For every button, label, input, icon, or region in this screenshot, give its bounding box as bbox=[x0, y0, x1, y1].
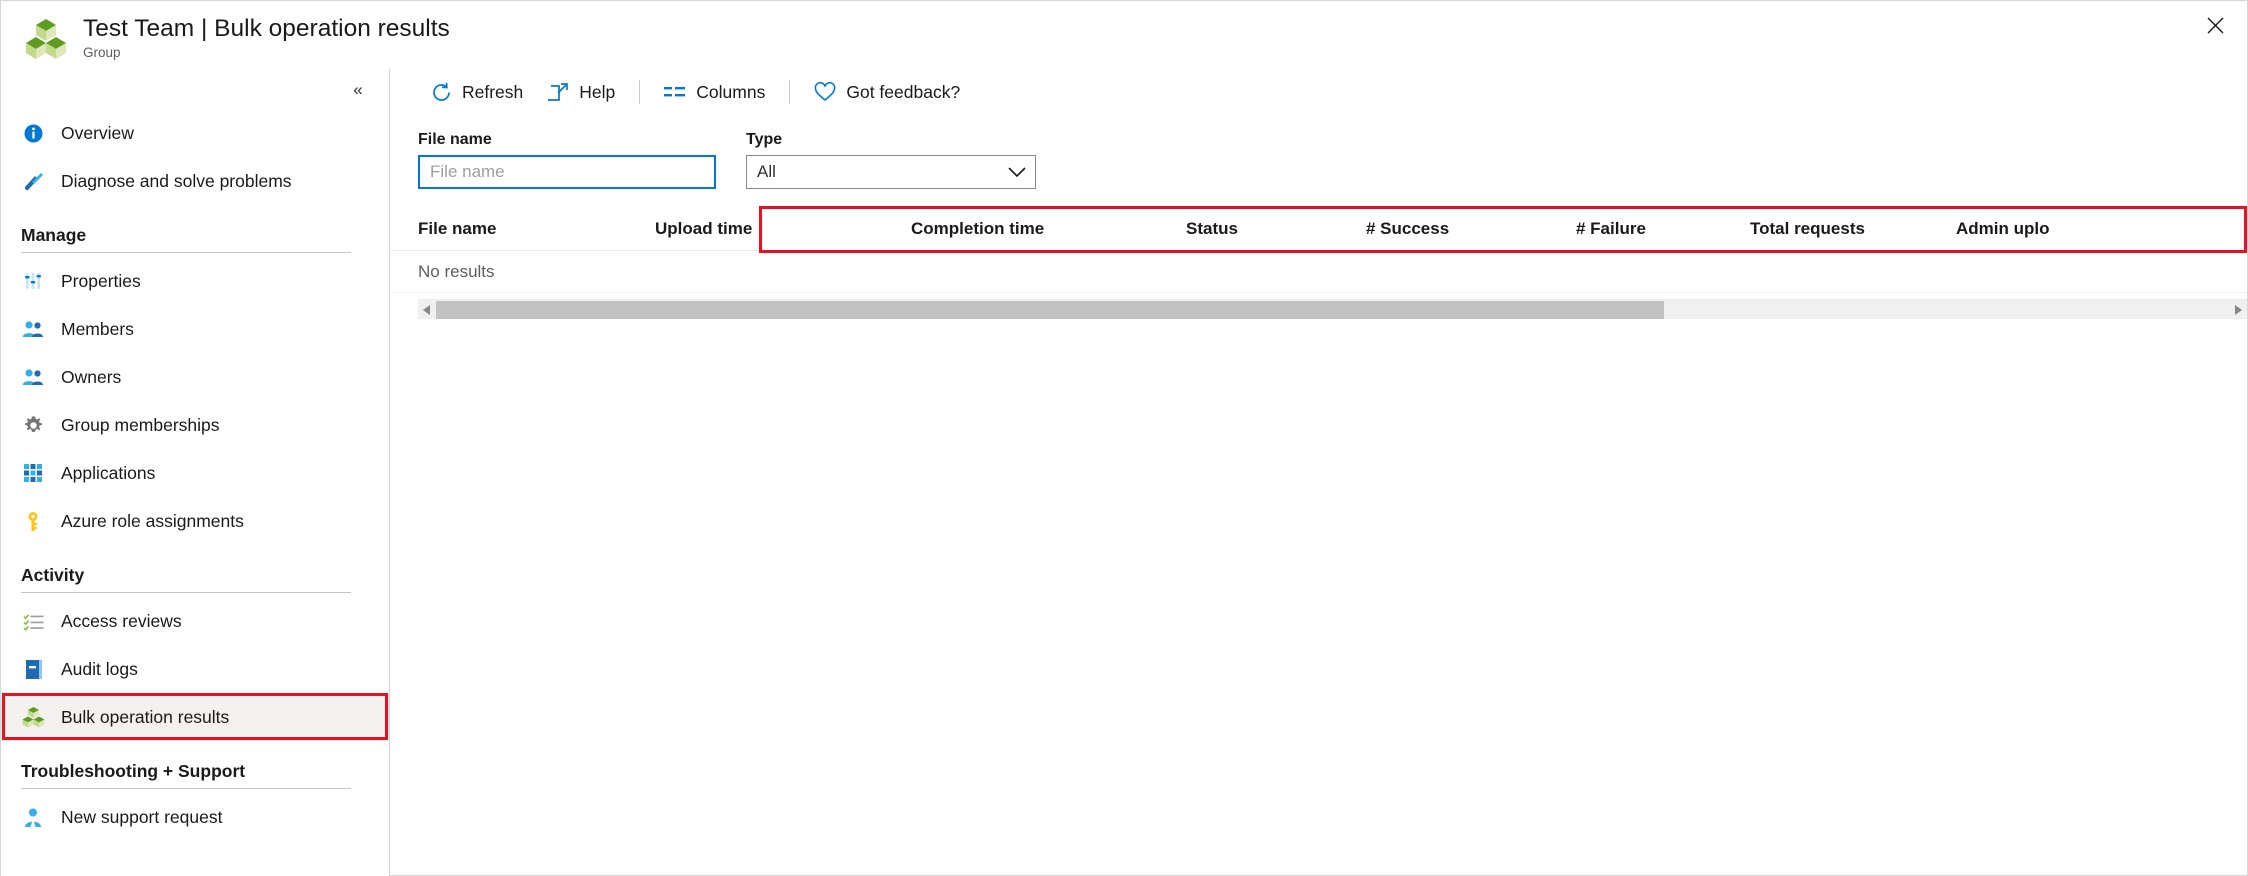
bulk-operation-results-blade: Test Team | Bulk operation results Group… bbox=[0, 0, 2248, 876]
book-icon bbox=[21, 657, 45, 681]
sidebar-item-label: Azure role assignments bbox=[61, 510, 244, 531]
sidebar-item-label: Properties bbox=[61, 270, 141, 291]
sidebar-item-label: Owners bbox=[61, 366, 122, 387]
scrollbar-track[interactable] bbox=[436, 300, 2229, 319]
grid-header-row: File name Upload time Completion time St… bbox=[390, 206, 2247, 253]
blade-body: « Overview Diagnose and solve problems M… bbox=[1, 69, 2247, 876]
sidebar-item-label: Audit logs bbox=[61, 658, 138, 679]
wrench-screwdriver-icon bbox=[21, 169, 45, 193]
blade-sidebar: « Overview Diagnose and solve problems M… bbox=[1, 69, 390, 876]
sidebar-item-azure-role-assignments[interactable]: Azure role assignments bbox=[1, 497, 389, 545]
header-titles: Test Team | Bulk operation results Group bbox=[83, 14, 450, 60]
key-icon bbox=[21, 509, 45, 533]
sidebar-item-audit-logs[interactable]: Audit logs bbox=[1, 645, 389, 693]
sidebar-group-title: Troubleshooting + Support bbox=[21, 761, 246, 781]
sidebar-item-applications[interactable]: Applications bbox=[1, 449, 389, 497]
sliders-icon bbox=[21, 269, 45, 293]
got-feedback-button[interactable]: Got feedback? bbox=[802, 75, 972, 109]
sidebar-group-title: Activity bbox=[21, 565, 85, 585]
sidebar-item-label: Members bbox=[61, 318, 134, 339]
main-content: Refresh Help Columns Got feedback? File … bbox=[390, 69, 2247, 876]
column-header-completion-time[interactable]: Completion time bbox=[911, 219, 1186, 239]
column-header-file-name[interactable]: File name bbox=[418, 219, 655, 239]
grid-apps-icon bbox=[21, 461, 45, 485]
column-header-failure[interactable]: # Failure bbox=[1576, 219, 1750, 239]
columns-icon bbox=[664, 81, 686, 103]
scroll-left-arrow-icon[interactable] bbox=[418, 301, 436, 319]
type-label: Type bbox=[746, 131, 783, 148]
divider bbox=[21, 788, 351, 789]
page-title: Test Team | Bulk operation results bbox=[83, 15, 450, 42]
sidebar-item-bulk-operation-results[interactable]: Bulk operation results bbox=[1, 693, 389, 741]
file-name-filter: File name bbox=[418, 131, 716, 189]
empty-state-message: No results bbox=[418, 261, 495, 281]
sidebar-item-label: Group memberships bbox=[61, 414, 220, 435]
column-header-admin-uploader[interactable]: Admin uplo bbox=[1956, 219, 2049, 239]
sidebar-item-diagnose-and-solve-problems[interactable]: Diagnose and solve problems bbox=[1, 157, 389, 205]
blade-header: Test Team | Bulk operation results Group bbox=[1, 1, 2247, 69]
close-icon[interactable] bbox=[2197, 7, 2233, 43]
scrollbar-thumb[interactable] bbox=[436, 300, 1665, 319]
command-toolbar: Refresh Help Columns Got feedback? bbox=[390, 69, 2247, 115]
refresh-button[interactable]: Refresh bbox=[418, 75, 535, 109]
info-icon bbox=[21, 121, 45, 145]
file-name-label: File name bbox=[418, 131, 492, 148]
results-grid: File name Upload time Completion time St… bbox=[390, 206, 2247, 319]
external-link-icon bbox=[547, 81, 569, 103]
column-header-success[interactable]: # Success bbox=[1366, 219, 1576, 239]
toolbar-divider bbox=[789, 80, 791, 104]
sidebar-item-label: New support request bbox=[61, 806, 223, 827]
help-button[interactable]: Help bbox=[535, 75, 627, 109]
people-icon bbox=[21, 317, 45, 341]
divider bbox=[21, 592, 351, 593]
sidebar-group-title: Manage bbox=[21, 225, 87, 245]
help-label: Help bbox=[579, 81, 616, 102]
heart-icon bbox=[814, 81, 836, 103]
bulk-cubes-icon bbox=[21, 705, 45, 729]
column-header-upload-time[interactable]: Upload time bbox=[655, 219, 911, 239]
table-row: No results bbox=[390, 251, 2247, 293]
sidebar-item-access-reviews[interactable]: Access reviews bbox=[1, 597, 389, 645]
group-cubes-icon bbox=[23, 15, 69, 61]
horizontal-scrollbar[interactable] bbox=[418, 299, 2247, 319]
sidebar-item-label: Access reviews bbox=[61, 610, 182, 631]
gear-icon bbox=[21, 413, 45, 437]
type-filter: Type All bbox=[746, 131, 1036, 189]
type-dropdown[interactable]: All bbox=[746, 155, 1036, 189]
page-subtitle: Group bbox=[83, 45, 121, 60]
column-header-total-requests[interactable]: Total requests bbox=[1750, 219, 1956, 239]
divider bbox=[21, 252, 351, 253]
support-person-icon bbox=[21, 805, 45, 829]
scroll-right-arrow-icon[interactable] bbox=[2229, 301, 2247, 319]
filter-bar: File name Type All bbox=[390, 131, 2247, 189]
sidebar-item-label: Bulk operation results bbox=[61, 706, 230, 727]
column-header-status[interactable]: Status bbox=[1186, 219, 1366, 239]
sidebar-item-group-memberships[interactable]: Group memberships bbox=[1, 401, 389, 449]
sidebar-item-owners[interactable]: Owners bbox=[1, 353, 389, 401]
sidebar-collapse-row: « bbox=[1, 69, 389, 109]
refresh-label: Refresh bbox=[462, 81, 524, 102]
people-icon bbox=[21, 365, 45, 389]
sidebar-item-properties[interactable]: Properties bbox=[1, 257, 389, 305]
columns-button[interactable]: Columns bbox=[652, 75, 777, 109]
sidebar-item-overview[interactable]: Overview bbox=[1, 109, 389, 157]
refresh-icon bbox=[430, 81, 452, 103]
checklist-icon bbox=[21, 609, 45, 633]
collapse-chevrons-icon[interactable]: « bbox=[345, 76, 371, 102]
sidebar-item-new-support-request[interactable]: New support request bbox=[1, 793, 389, 841]
sidebar-item-label: Applications bbox=[61, 462, 156, 483]
toolbar-divider bbox=[639, 80, 641, 104]
search-input[interactable] bbox=[418, 155, 716, 189]
feedback-label: Got feedback? bbox=[846, 81, 961, 102]
type-dropdown-value[interactable]: All bbox=[746, 155, 1036, 189]
sidebar-item-label: Overview bbox=[61, 122, 134, 143]
columns-label: Columns bbox=[696, 81, 766, 102]
sidebar-item-members[interactable]: Members bbox=[1, 305, 389, 353]
sidebar-item-label: Diagnose and solve problems bbox=[61, 170, 292, 191]
